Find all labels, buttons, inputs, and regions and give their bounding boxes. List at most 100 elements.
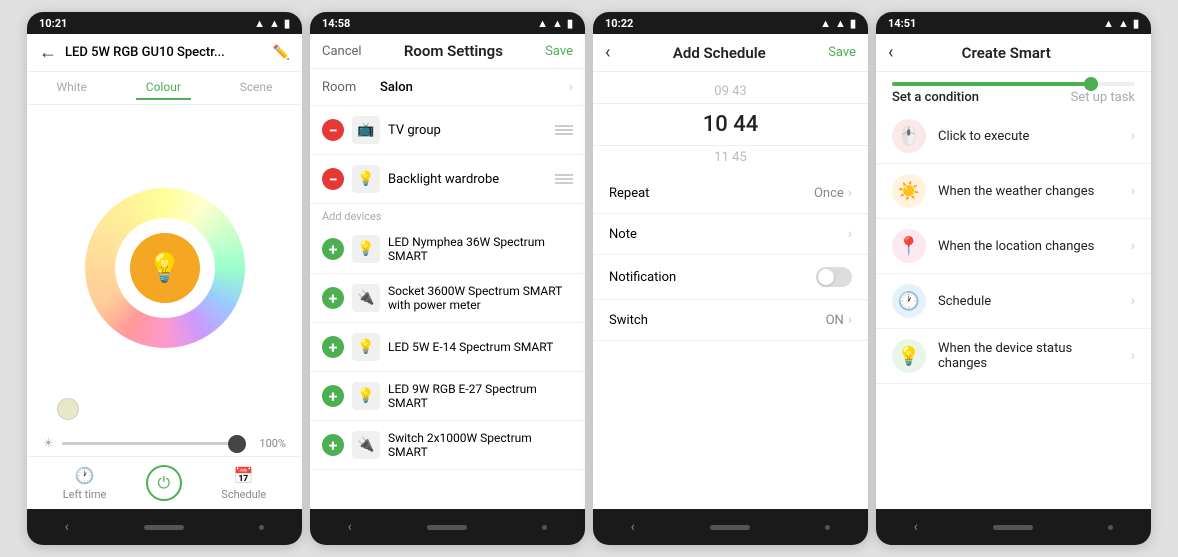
switch-label: Switch 2x1000W Spectrum SMART [388, 431, 573, 459]
screen2-content: Cancel Room Settings Save Room Salon › −… [310, 34, 585, 509]
condition-label: Set a condition [892, 90, 979, 105]
time-4: 14:51 [888, 17, 916, 30]
wifi-icon-3: ▲ [835, 17, 846, 30]
nav-bar-3: ‹ [593, 509, 868, 545]
schedule-label: Schedule [221, 488, 266, 501]
time-next: 11 45 [593, 146, 868, 169]
add-switch-btn[interactable]: + [322, 434, 344, 456]
status-icons-1: ▲ ▲ ▮ [254, 17, 290, 30]
tab-white[interactable]: White [46, 76, 96, 100]
save-button-3[interactable]: Save [828, 45, 856, 60]
led-icon-3: 💡 [352, 382, 380, 410]
battery-icon-4: ▮ [1133, 17, 1139, 30]
add-led-nymphea-row[interactable]: + 💡 LED Nymphea 36W Spectrum SMART [310, 225, 585, 274]
nav-bar-4: ‹ [876, 509, 1151, 545]
item-location[interactable]: 📍 When the location changes › [876, 219, 1151, 274]
nav-dot-1 [259, 525, 264, 530]
drag-handle-tv[interactable] [555, 125, 573, 135]
time-2: 14:58 [322, 17, 350, 30]
nav-pill-1 [144, 525, 184, 530]
add-socket-btn[interactable]: + [322, 287, 344, 309]
time-picker[interactable]: 09 43 10 44 11 45 [593, 72, 868, 173]
status-bar-4: 14:51 ▲ ▲ ▮ [876, 12, 1151, 34]
add-led-nymphea-btn[interactable]: + [322, 238, 344, 260]
repeat-row[interactable]: Repeat Once › [593, 173, 868, 214]
nav-pill-4 [993, 525, 1033, 530]
location-label: When the location changes [938, 239, 1119, 254]
color-selector-dot[interactable] [57, 398, 79, 420]
add-led-e14-row[interactable]: + 💡 LED 5W E-14 Spectrum SMART [310, 323, 585, 372]
brightness-fill [62, 442, 246, 445]
tab-scene[interactable]: Scene [230, 76, 283, 100]
save-button-2[interactable]: Save [545, 44, 573, 59]
condition-labels-row: Set a condition Set up task [876, 86, 1151, 109]
signal-icon: ▲ [254, 17, 265, 30]
power-button[interactable]: ⏻ [146, 465, 182, 501]
back-icon-4[interactable]: ‹ [888, 42, 893, 63]
screen3-phone: 10:22 ▲ ▲ ▮ ‹ Add Schedule Save 09 43 10… [593, 12, 868, 545]
item-schedule[interactable]: 🕐 Schedule › [876, 274, 1151, 329]
wifi-icon-4: ▲ [1118, 17, 1129, 30]
s4-header: ‹ Create Smart [876, 34, 1151, 72]
remove-backlight-btn[interactable]: − [322, 168, 344, 190]
status-icons-4: ▲ ▲ ▮ [1103, 17, 1139, 30]
add-led-rgb-btn[interactable]: + [322, 385, 344, 407]
left-time-btn[interactable]: 🕐 Left time [63, 466, 107, 501]
backlight-row[interactable]: − 💡 Backlight wardrobe [310, 155, 585, 204]
room-row[interactable]: Room Salon › [310, 69, 585, 106]
left-time-label: Left time [63, 488, 107, 501]
add-switch-row[interactable]: + 🔌 Switch 2x1000W Spectrum SMART [310, 421, 585, 470]
time-prev: 09 43 [593, 80, 868, 103]
back-icon-3[interactable]: ‹ [605, 42, 610, 63]
repeat-label: Repeat [609, 186, 649, 201]
screen4-content: ‹ Create Smart Set a condition Set up ta… [876, 34, 1151, 509]
item-click-execute[interactable]: 🖱️ Click to execute › [876, 109, 1151, 164]
item-weather[interactable]: ☀️ When the weather changes › [876, 164, 1151, 219]
status-bar-2: 14:58 ▲ ▲ ▮ [310, 12, 585, 34]
task-label: Set up task [1071, 90, 1135, 105]
status-icons-3: ▲ ▲ ▮ [820, 17, 856, 30]
nav-dot-2 [542, 525, 547, 530]
remove-tv-group-btn[interactable]: − [322, 119, 344, 141]
progress-container [876, 72, 1151, 86]
add-led-rgb-row[interactable]: + 💡 LED 9W RGB E-27 Spectrum SMART [310, 372, 585, 421]
add-led-e14-btn[interactable]: + [322, 336, 344, 358]
drag-handle-backlight[interactable] [555, 174, 573, 184]
cancel-button[interactable]: Cancel [322, 44, 362, 59]
repeat-chevron: › [848, 185, 852, 201]
color-ring-inner: 💡 [115, 218, 215, 318]
schedule-icon-s4: 🕐 [892, 284, 926, 318]
weather-icon: ☀️ [892, 174, 926, 208]
schedule-icon: 📅 [234, 466, 254, 485]
brightness-thumb[interactable] [228, 435, 246, 453]
wifi-icon: ▲ [269, 17, 280, 30]
tv-group-row[interactable]: − 📺 TV group [310, 106, 585, 155]
schedule-label-s4: Schedule [938, 294, 1119, 309]
item-device-status[interactable]: 💡 When the device status changes › [876, 329, 1151, 384]
signal-icon-3: ▲ [820, 17, 831, 30]
schedule-btn[interactable]: 📅 Schedule [221, 466, 266, 501]
note-row[interactable]: Note › [593, 214, 868, 255]
add-socket-row[interactable]: + 🔌 Socket 3600W Spectrum SMART with pow… [310, 274, 585, 323]
weather-chevron: › [1131, 183, 1135, 199]
color-ring[interactable]: 💡 [85, 188, 245, 348]
location-chevron: › [1131, 238, 1135, 254]
nav-pill-3 [710, 525, 750, 530]
wifi-icon-2: ▲ [552, 17, 563, 30]
nav-pill-2 [427, 525, 467, 530]
brightness-track[interactable] [62, 442, 246, 445]
signal-icon-2: ▲ [537, 17, 548, 30]
notification-row: Notification [593, 255, 868, 300]
brightness-row: ☀ 100% [27, 430, 302, 456]
notification-toggle[interactable] [816, 267, 852, 287]
s1-header: ← LED 5W RGB GU10 Spectr... ✏️ [27, 34, 302, 72]
nav-dot-4 [1108, 525, 1113, 530]
tab-colour[interactable]: Colour [136, 76, 191, 100]
back-icon-1[interactable]: ← [39, 42, 57, 63]
progress-thumb [1084, 77, 1098, 91]
nav-bar-2: ‹ [310, 509, 585, 545]
screen3-content: ‹ Add Schedule Save 09 43 10 44 11 45 Re… [593, 34, 868, 509]
color-wheel-container[interactable]: 💡 [27, 105, 302, 430]
switch-row[interactable]: Switch ON › [593, 300, 868, 341]
edit-icon[interactable]: ✏️ [273, 45, 290, 61]
